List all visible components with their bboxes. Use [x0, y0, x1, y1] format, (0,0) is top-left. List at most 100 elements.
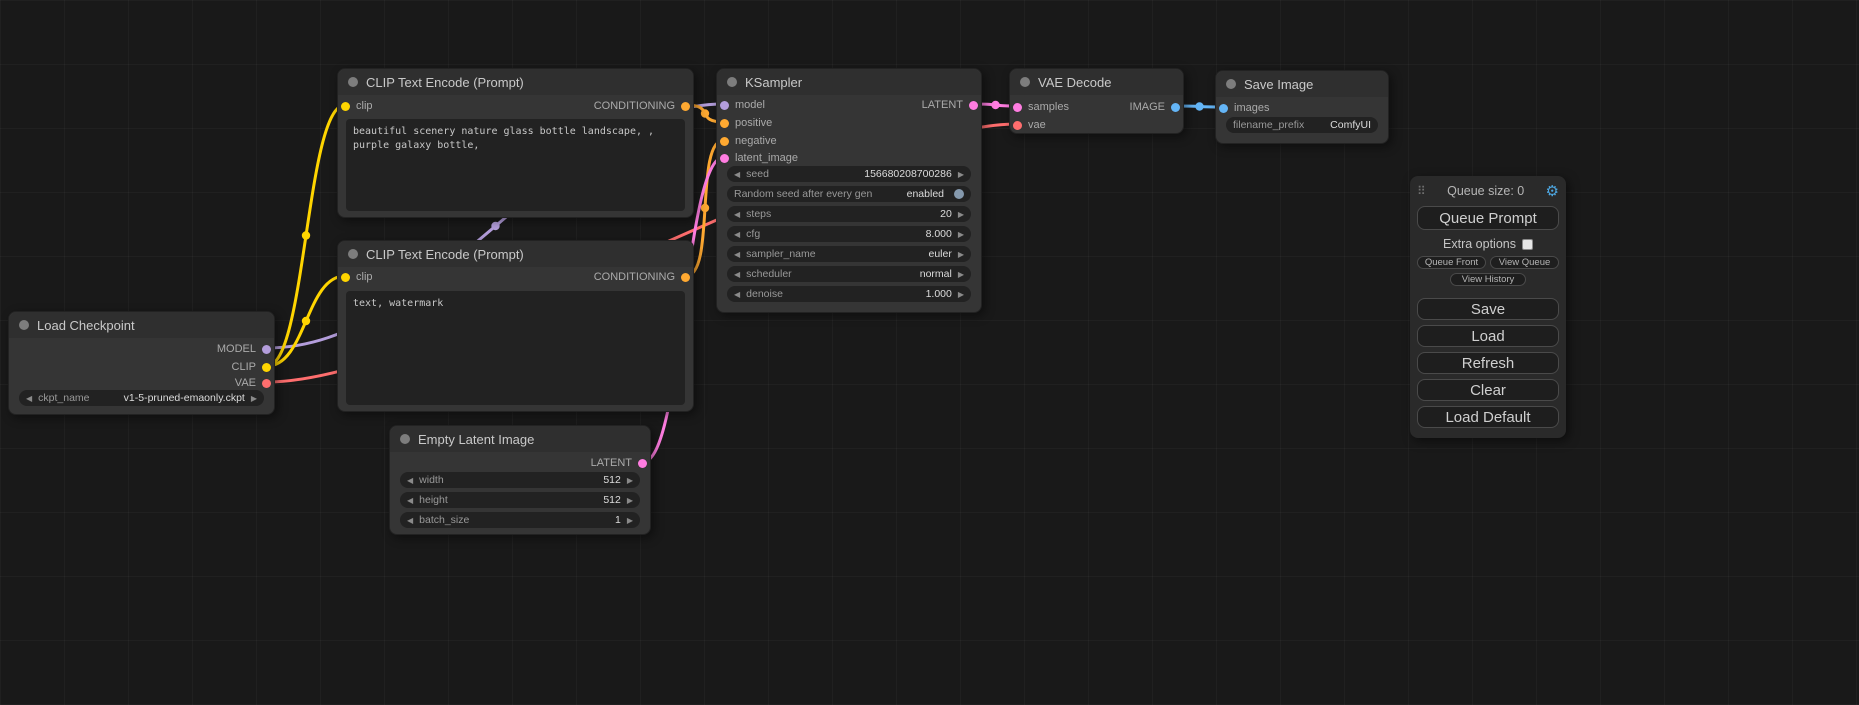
- node-graph-canvas[interactable]: Load Checkpoint MODEL CLIP VAE ◀ ckpt_na…: [0, 0, 1859, 705]
- node-clip-text-encode-positive[interactable]: CLIP Text Encode (Prompt) clip CONDITION…: [337, 68, 694, 218]
- decrement-arrow-icon[interactable]: ◀: [734, 210, 740, 219]
- decrement-arrow-icon[interactable]: ◀: [407, 476, 413, 485]
- input-port-negative[interactable]: negative: [720, 133, 777, 149]
- decrement-arrow-icon[interactable]: ◀: [734, 230, 740, 239]
- node-title-bar[interactable]: Empty Latent Image: [390, 426, 650, 452]
- input-port-images[interactable]: images: [1219, 100, 1269, 116]
- widget-ckpt-name[interactable]: ◀ ckpt_name v1-5-pruned-emaonly.ckpt ▶: [19, 390, 264, 406]
- input-port-clip[interactable]: clip: [341, 98, 373, 114]
- node-title-bar[interactable]: KSampler: [717, 69, 981, 95]
- widget-seed-control[interactable]: Random seed after every gen enabled: [727, 186, 971, 202]
- widget-seed[interactable]: ◀ seed 156680208700286 ▶: [727, 166, 971, 182]
- increment-arrow-icon[interactable]: ▶: [627, 496, 633, 505]
- view-queue-button[interactable]: View Queue: [1490, 256, 1559, 269]
- comfyui-menu-panel[interactable]: ⠿ Queue size: 0 ⚙ Queue Prompt Extra opt…: [1410, 176, 1566, 438]
- collapse-dot-icon[interactable]: [1020, 77, 1030, 87]
- port-dot-model[interactable]: [720, 101, 729, 110]
- port-dot-conditioning[interactable]: [720, 137, 729, 146]
- port-dot-latent[interactable]: [720, 154, 729, 163]
- decrement-arrow-icon[interactable]: ◀: [407, 516, 413, 525]
- toggle-enabled-dot-icon[interactable]: [954, 189, 964, 199]
- decrement-arrow-icon[interactable]: ◀: [734, 290, 740, 299]
- port-dot-latent[interactable]: [1013, 103, 1022, 112]
- widget-steps[interactable]: ◀ steps 20 ▶: [727, 206, 971, 222]
- next-value-arrow-icon[interactable]: ▶: [958, 270, 964, 279]
- clear-button[interactable]: Clear: [1417, 379, 1559, 401]
- load-button[interactable]: Load: [1417, 325, 1559, 347]
- widget-height[interactable]: ◀ height 512 ▶: [400, 492, 640, 508]
- collapse-dot-icon[interactable]: [1226, 79, 1236, 89]
- output-port-clip[interactable]: CLIP: [232, 359, 271, 375]
- port-dot-image[interactable]: [1171, 103, 1180, 112]
- prev-value-arrow-icon[interactable]: ◀: [734, 250, 740, 259]
- node-clip-text-encode-negative[interactable]: CLIP Text Encode (Prompt) clip CONDITION…: [337, 240, 694, 412]
- decrement-arrow-icon[interactable]: ◀: [734, 170, 740, 179]
- output-port-latent[interactable]: LATENT: [922, 97, 978, 113]
- node-title-bar[interactable]: CLIP Text Encode (Prompt): [338, 69, 693, 95]
- prev-value-arrow-icon[interactable]: ◀: [734, 270, 740, 279]
- port-dot-vae[interactable]: [262, 379, 271, 388]
- input-port-model[interactable]: model: [720, 97, 765, 113]
- collapse-dot-icon[interactable]: [348, 77, 358, 87]
- collapse-dot-icon[interactable]: [348, 249, 358, 259]
- node-ksampler[interactable]: KSampler model positive negative latent_…: [716, 68, 982, 313]
- collapse-dot-icon[interactable]: [19, 320, 29, 330]
- node-title-bar[interactable]: Save Image: [1216, 71, 1388, 97]
- widget-sampler-name[interactable]: ◀ sampler_name euler ▶: [727, 246, 971, 262]
- collapse-dot-icon[interactable]: [400, 434, 410, 444]
- output-port-vae[interactable]: VAE: [235, 375, 271, 391]
- output-port-conditioning[interactable]: CONDITIONING: [594, 269, 690, 285]
- node-vae-decode[interactable]: VAE Decode samples vae IMAGE: [1009, 68, 1184, 134]
- node-title-bar[interactable]: Load Checkpoint: [9, 312, 274, 338]
- node-title-bar[interactable]: CLIP Text Encode (Prompt): [338, 241, 693, 267]
- increment-arrow-icon[interactable]: ▶: [958, 290, 964, 299]
- prev-value-arrow-icon[interactable]: ◀: [26, 394, 32, 403]
- widget-scheduler[interactable]: ◀ scheduler normal ▶: [727, 266, 971, 282]
- increment-arrow-icon[interactable]: ▶: [958, 170, 964, 179]
- input-port-samples[interactable]: samples: [1013, 99, 1069, 115]
- next-value-arrow-icon[interactable]: ▶: [251, 394, 257, 403]
- save-button[interactable]: Save: [1417, 298, 1559, 320]
- node-title-bar[interactable]: VAE Decode: [1010, 69, 1183, 95]
- positive-prompt-textarea[interactable]: beautiful scenery nature glass bottle la…: [346, 119, 685, 211]
- input-port-clip[interactable]: clip: [341, 269, 373, 285]
- input-port-vae[interactable]: vae: [1013, 117, 1046, 133]
- decrement-arrow-icon[interactable]: ◀: [407, 496, 413, 505]
- negative-prompt-textarea[interactable]: text, watermark: [346, 291, 685, 405]
- port-dot-image[interactable]: [1219, 104, 1228, 113]
- node-empty-latent-image[interactable]: Empty Latent Image LATENT ◀ width 512 ▶ …: [389, 425, 651, 535]
- output-port-model[interactable]: MODEL: [217, 341, 271, 357]
- collapse-dot-icon[interactable]: [727, 77, 737, 87]
- increment-arrow-icon[interactable]: ▶: [958, 210, 964, 219]
- refresh-button[interactable]: Refresh: [1417, 352, 1559, 374]
- next-value-arrow-icon[interactable]: ▶: [958, 250, 964, 259]
- widget-filename-prefix[interactable]: filename_prefix ComfyUI: [1226, 117, 1378, 133]
- port-dot-clip[interactable]: [262, 363, 271, 372]
- widget-width[interactable]: ◀ width 512 ▶: [400, 472, 640, 488]
- port-dot-conditioning[interactable]: [681, 273, 690, 282]
- increment-arrow-icon[interactable]: ▶: [958, 230, 964, 239]
- port-dot-latent[interactable]: [969, 101, 978, 110]
- port-dot-vae[interactable]: [1013, 121, 1022, 130]
- increment-arrow-icon[interactable]: ▶: [627, 476, 633, 485]
- node-save-image[interactable]: Save Image images filename_prefix ComfyU…: [1215, 70, 1389, 144]
- increment-arrow-icon[interactable]: ▶: [627, 516, 633, 525]
- settings-gear-icon[interactable]: ⚙: [1546, 184, 1559, 199]
- input-port-positive[interactable]: positive: [720, 115, 772, 131]
- port-dot-clip[interactable]: [341, 273, 350, 282]
- port-dot-conditioning[interactable]: [720, 119, 729, 128]
- view-history-button[interactable]: View History: [1450, 273, 1526, 286]
- output-port-image[interactable]: IMAGE: [1130, 99, 1180, 115]
- port-dot-model[interactable]: [262, 345, 271, 354]
- widget-batch-size[interactable]: ◀ batch_size 1 ▶: [400, 512, 640, 528]
- extra-options-checkbox[interactable]: [1522, 239, 1533, 250]
- port-dot-conditioning[interactable]: [681, 102, 690, 111]
- queue-front-button[interactable]: Queue Front: [1417, 256, 1486, 269]
- node-load-checkpoint[interactable]: Load Checkpoint MODEL CLIP VAE ◀ ckpt_na…: [8, 311, 275, 415]
- load-default-button[interactable]: Load Default: [1417, 406, 1559, 428]
- port-dot-clip[interactable]: [341, 102, 350, 111]
- output-port-latent[interactable]: LATENT: [591, 455, 647, 471]
- widget-denoise[interactable]: ◀ denoise 1.000 ▶: [727, 286, 971, 302]
- queue-prompt-button[interactable]: Queue Prompt: [1417, 206, 1559, 230]
- output-port-conditioning[interactable]: CONDITIONING: [594, 98, 690, 114]
